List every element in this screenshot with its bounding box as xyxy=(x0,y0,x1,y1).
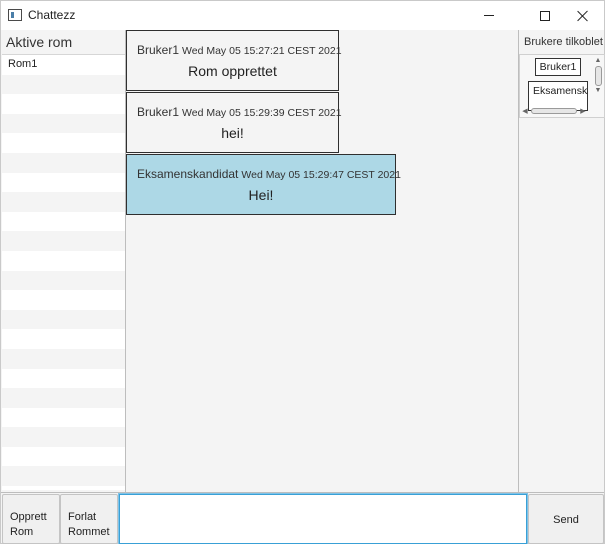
own-chat-message: Eksamenskandidat Wed May 05 15:29:47 CEST… xyxy=(126,154,401,215)
window-title: Chattezz xyxy=(28,8,76,22)
room-list-empty-row[interactable] xyxy=(2,408,125,428)
chat-message: Bruker1 Wed May 05 15:27:21 CEST 2021 Rom… xyxy=(126,30,342,91)
scroll-right-icon[interactable]: ▶ xyxy=(579,107,587,115)
message-user: Eksamenskandidat xyxy=(137,167,239,181)
chat-area[interactable]: Bruker1 Wed May 05 15:27:21 CEST 2021 Rom… xyxy=(126,30,518,492)
room-list-empty-row[interactable] xyxy=(2,113,125,134)
scroll-down-icon[interactable]: ▼ xyxy=(593,87,603,95)
room-list-empty-row[interactable] xyxy=(2,192,125,212)
message-time: Wed May 05 15:29:47 CEST 2021 xyxy=(241,169,401,181)
chat-window-icon xyxy=(8,9,22,21)
message-user: Bruker1 xyxy=(137,43,180,57)
room-list-empty-row[interactable] xyxy=(2,212,125,232)
chat-window: Chattezz Aktive rom Rom1 Bruker1 Wed May … xyxy=(0,0,605,544)
chat-message: Bruker1 Wed May 05 15:29:39 CEST 2021 hei… xyxy=(126,92,342,153)
message-header: Eksamenskandidat Wed May 05 15:29:47 CEST… xyxy=(137,165,401,183)
rooms-title: Aktive rom xyxy=(6,34,73,50)
user-chip: Bruker1 xyxy=(535,58,581,76)
horizontal-scroll-thumb[interactable] xyxy=(531,108,577,114)
vertical-scrollbar[interactable]: ▲ ▼ xyxy=(593,57,603,105)
horizontal-scrollbar[interactable]: ◀ ▶ xyxy=(521,106,593,116)
room-list-empty-row[interactable] xyxy=(2,251,125,271)
send-button[interactable]: Send xyxy=(528,494,604,544)
users-scroll-pane[interactable]: Bruker1 Eksamenskandidat ▲ ▼ ◀ ▶ xyxy=(519,54,605,118)
room-list-empty-row[interactable] xyxy=(2,94,125,114)
message-time: Wed May 05 15:29:39 CEST 2021 xyxy=(182,107,342,119)
room-list-empty-row[interactable] xyxy=(2,329,125,349)
scroll-up-icon[interactable]: ▲ xyxy=(593,57,603,65)
room-list-empty-row[interactable] xyxy=(2,388,125,408)
room-list-empty-row[interactable] xyxy=(2,74,125,95)
room-list-empty-row[interactable] xyxy=(2,231,125,251)
room-list-empty-row[interactable] xyxy=(2,427,125,447)
room-list-item[interactable]: Rom1 xyxy=(2,55,125,75)
room-list-empty-row[interactable] xyxy=(2,309,125,330)
message-text: hei! xyxy=(221,125,244,141)
rooms-panel: Aktive rom Rom1 xyxy=(1,30,126,492)
scroll-left-icon[interactable]: ◀ xyxy=(521,107,529,115)
close-icon xyxy=(577,10,589,22)
minimize-button[interactable] xyxy=(466,1,512,30)
room-list-empty-row[interactable] xyxy=(2,152,125,173)
room-list-empty-row[interactable] xyxy=(2,447,125,467)
create-room-button[interactable]: Opprett Rom xyxy=(2,494,60,544)
users-title: Brukere tilkoblet xyxy=(524,36,603,48)
room-list-empty-row[interactable] xyxy=(2,466,125,487)
users-panel: Brukere tilkoblet Bruker1 Eksamenskandid… xyxy=(518,30,605,492)
title-bar[interactable]: Chattezz xyxy=(1,1,604,30)
message-user: Bruker1 xyxy=(137,105,180,119)
vertical-scroll-thumb[interactable] xyxy=(594,66,602,86)
room-list-empty-row[interactable] xyxy=(2,369,125,389)
room-list-empty-row[interactable] xyxy=(2,270,125,291)
message-text: Rom opprettet xyxy=(188,63,277,79)
message-time: Wed May 05 15:27:21 CEST 2021 xyxy=(182,45,342,57)
maximize-icon xyxy=(540,10,550,21)
room-list-empty-row[interactable] xyxy=(2,133,125,153)
leave-room-button[interactable]: Forlat Rommet xyxy=(60,494,118,544)
message-text: Hei! xyxy=(248,187,274,203)
room-list-empty-row[interactable] xyxy=(2,348,125,369)
message-header: Bruker1 Wed May 05 15:29:39 CEST 2021 xyxy=(137,103,342,121)
message-header: Bruker1 Wed May 05 15:27:21 CEST 2021 xyxy=(137,41,342,59)
close-button[interactable] xyxy=(560,1,605,30)
room-list-empty-row[interactable] xyxy=(2,173,125,193)
bottom-bar: Opprett Rom Forlat Rommet Send xyxy=(1,492,604,544)
room-list-empty-row[interactable] xyxy=(2,290,125,310)
room-list-empty-row[interactable] xyxy=(2,486,125,490)
minimize-icon xyxy=(484,15,494,16)
message-input[interactable] xyxy=(119,494,527,544)
rooms-list[interactable]: Rom1 xyxy=(2,54,125,490)
